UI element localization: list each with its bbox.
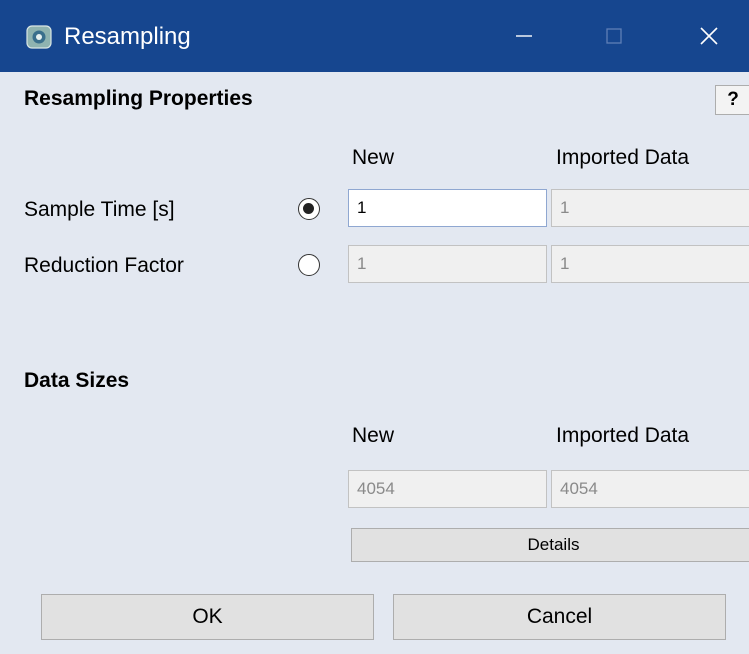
data-sizes-header-imported-data: Imported Data xyxy=(556,424,690,447)
help-button[interactable]: ? xyxy=(715,85,749,115)
resampling-dialog: Resampling Resampling Properties ? New I… xyxy=(0,0,749,654)
close-button[interactable] xyxy=(669,0,749,72)
minimize-icon xyxy=(516,35,532,37)
cancel-button[interactable]: Cancel xyxy=(393,594,726,640)
ok-button[interactable]: OK xyxy=(41,594,374,640)
maximize-icon xyxy=(606,28,622,44)
window-title: Resampling xyxy=(64,23,191,50)
data-sizes-header-new: New xyxy=(352,424,395,447)
minimize-button[interactable] xyxy=(484,0,564,72)
details-button[interactable]: Details xyxy=(351,528,749,562)
data-sizes-title: Data Sizes xyxy=(24,369,130,392)
sample-time-new-input[interactable] xyxy=(348,189,547,227)
column-header-imported-data: Imported Data xyxy=(556,146,690,169)
resampling-properties-title: Resampling Properties xyxy=(24,87,253,110)
close-icon xyxy=(700,27,718,45)
sample-time-label: Sample Time [s] xyxy=(24,198,175,221)
data-size-new-field xyxy=(348,470,547,508)
title-bar[interactable]: Resampling xyxy=(0,0,749,72)
reduction-factor-radio[interactable] xyxy=(298,254,320,276)
reduction-factor-new-field xyxy=(348,245,547,283)
column-header-new: New xyxy=(352,146,395,169)
data-size-imported-field xyxy=(551,470,749,508)
maximize-button[interactable] xyxy=(574,0,654,72)
reduction-factor-label: Reduction Factor xyxy=(24,254,184,277)
reduction-factor-imported-field xyxy=(551,245,749,283)
app-icon xyxy=(26,25,52,49)
sample-time-radio[interactable] xyxy=(298,198,320,220)
sample-time-imported-field xyxy=(551,189,749,227)
